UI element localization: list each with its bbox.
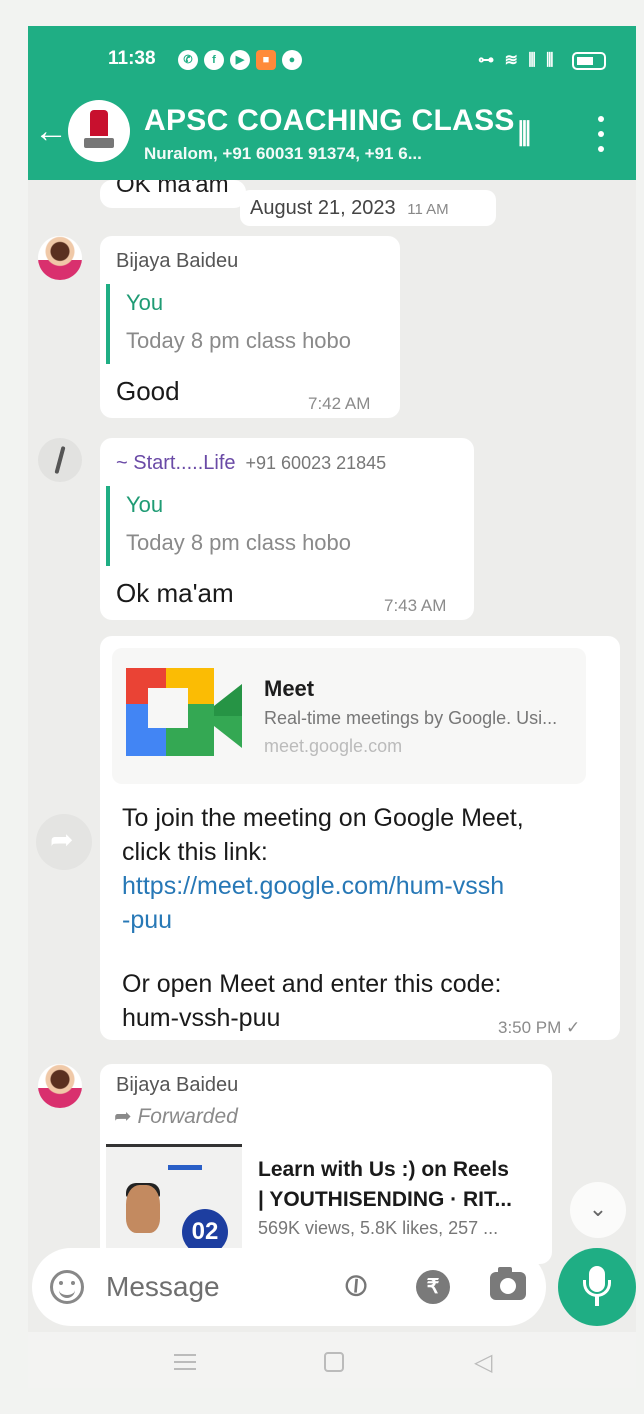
- forwarded-label: ➦ Forwarded: [114, 1104, 238, 1129]
- camera-icon[interactable]: [490, 1267, 526, 1300]
- link-preview-title: Meet: [264, 676, 315, 701]
- chat-screen: 11:38 ✆ f ▶ ■ ● ⊶ ≋ ⫼ ⫼ ← APSC COACHING …: [28, 26, 636, 1388]
- partial-message-bubble[interactable]: OK ma'am: [100, 180, 246, 208]
- link-preview-url: meet.google.com: [264, 736, 403, 756]
- sender-avatar[interactable]: [38, 1064, 82, 1108]
- quoted-sender: You: [126, 492, 164, 517]
- sender-phone: +91 60023 21845: [245, 453, 387, 473]
- quoted-text: Today 8 pm class hobo: [126, 328, 352, 353]
- date-separator: August 21, 2023 11 AM: [240, 190, 496, 226]
- sender-avatar[interactable]: [38, 236, 82, 280]
- quoted-text: Today 8 pm class hobo: [126, 530, 352, 555]
- back-arrow-icon[interactable]: ←: [34, 114, 68, 148]
- quoted-message[interactable]: You Today 8 pm class hobo: [106, 486, 460, 566]
- meet-text-line: To join the meeting on Google Meet,: [122, 804, 524, 832]
- reel-thumbnail-number: 02: [182, 1209, 228, 1248]
- group-participants[interactable]: Nuralom, +91 60031 91374, +91 6...: [144, 144, 422, 164]
- meet-link[interactable]: https://meet.google.com/hum-vssh: [122, 872, 504, 901]
- paperclip-icon[interactable]: ⊘: [333, 1262, 378, 1308]
- forward-share-icon[interactable]: [36, 814, 92, 870]
- system-navigation-bar: ◁: [28, 1332, 636, 1388]
- sender-name[interactable]: Bijaya Baideu: [116, 1074, 238, 1097]
- group-avatar[interactable]: [68, 100, 130, 162]
- link-preview-card[interactable]: Meet Real-time meetings by Google. Usi..…: [112, 648, 586, 784]
- google-meet-logo-icon: [126, 668, 242, 756]
- sender-avatar[interactable]: [38, 438, 82, 482]
- audio-wave-icon[interactable]: ⫼: [518, 118, 531, 151]
- rupee-icon[interactable]: ₹: [416, 1270, 450, 1304]
- scroll-to-bottom-icon[interactable]: ⌄: [570, 1182, 626, 1238]
- message-composer: ⊘ ₹: [32, 1248, 546, 1326]
- message-input[interactable]: [106, 1266, 326, 1308]
- back-triangle-icon[interactable]: ◁: [474, 1348, 492, 1376]
- meet-code: hum-vssh-puu: [122, 1004, 281, 1032]
- emoji-icon[interactable]: [50, 1270, 84, 1304]
- quoted-message[interactable]: You Today 8 pm class hobo: [106, 284, 386, 364]
- message-time: 7:42 AM: [308, 394, 371, 413]
- notification-icons: ✆ f ▶ ■ ●: [178, 50, 302, 70]
- message-text: Ok ma'am: [116, 578, 234, 608]
- battery-icon: [572, 51, 606, 70]
- status-time: 11:38: [108, 48, 156, 69]
- date-text: August 21, 2023: [250, 197, 396, 219]
- reel-stats: 569K views, 5.8K likes, 257 ...: [258, 1218, 499, 1238]
- sender-name[interactable]: ~ Start.....Life +91 60023 21845: [116, 452, 386, 475]
- whatsapp-notification-icon: ✆: [178, 50, 198, 70]
- quoted-sender: You: [126, 290, 164, 315]
- meet-link-continued[interactable]: -puu: [122, 906, 172, 935]
- sender-name[interactable]: Bijaya Baideu: [116, 250, 238, 273]
- app-notification-icon: ■: [256, 50, 276, 70]
- message-text: Good: [116, 376, 180, 406]
- reel-thumbnail[interactable]: 02: [106, 1144, 242, 1248]
- partial-message-text: OK ma'am: [116, 180, 229, 198]
- dot-notification-icon: ●: [282, 50, 302, 70]
- forward-arrow-icon: ➦: [114, 1104, 132, 1128]
- link-preview-description: Real-time meetings by Google. Usi...: [264, 708, 558, 728]
- forwarded-text: Forwarded: [137, 1105, 238, 1128]
- chat-header: 11:38 ✆ f ▶ ■ ● ⊶ ≋ ⫼ ⫼ ← APSC COACHING …: [28, 26, 636, 180]
- more-options-icon[interactable]: [596, 116, 606, 152]
- status-indicators: ⊶ ≋ ⫼ ⫼: [478, 50, 606, 70]
- date-time-text: 11 AM: [407, 201, 449, 218]
- youtube-notification-icon: ▶: [230, 50, 250, 70]
- sender-name-text: ~ Start.....Life: [116, 452, 236, 474]
- message-time: 7:43 AM: [384, 596, 447, 615]
- home-icon[interactable]: [324, 1352, 344, 1372]
- microphone-icon: [595, 1296, 599, 1306]
- status-bar: 11:38 ✆ f ▶ ■ ● ⊶ ≋ ⫼ ⫼: [28, 44, 636, 76]
- group-title[interactable]: APSC COACHING CLASS: [144, 104, 515, 138]
- meet-text-line: click this link:: [122, 838, 268, 866]
- reel-title-line[interactable]: | YOUTHISENDING · RIT...: [258, 1188, 512, 1212]
- recent-apps-icon[interactable]: [174, 1354, 196, 1370]
- facebook-notification-icon: f: [204, 50, 224, 70]
- signal-icons: ⊶ ≋ ⫼ ⫼: [478, 52, 557, 69]
- meet-text-line: Or open Meet and enter this code:: [122, 970, 502, 998]
- microphone-button[interactable]: [558, 1248, 636, 1326]
- message-time: 3:50 PM ✓: [498, 1018, 581, 1037]
- reel-title-line[interactable]: Learn with Us :) on Reels: [258, 1158, 509, 1182]
